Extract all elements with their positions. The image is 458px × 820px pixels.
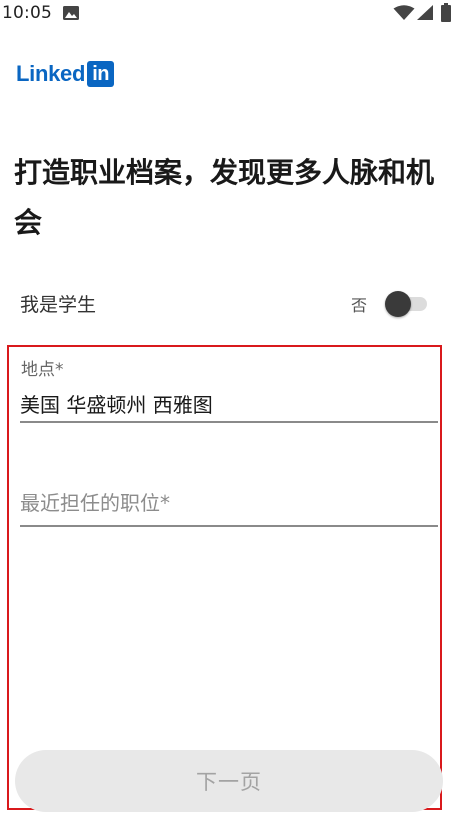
job-title-field[interactable]: 最近担任的职位* — [20, 487, 438, 527]
profile-form-region: 地点* 美国 华盛顿州 西雅图 最近担任的职位* 下一页 — [7, 345, 443, 812]
logo-wordmark: Linked — [16, 61, 86, 86]
toggle-thumb — [385, 291, 411, 317]
student-toggle-switch[interactable] — [385, 289, 429, 317]
location-value[interactable]: 美国 华盛顿州 西雅图 — [20, 389, 213, 418]
linkedin-logo: Linked in — [16, 60, 115, 88]
battery-icon — [441, 3, 451, 22]
signal-icon — [417, 5, 433, 20]
status-time: 10:05 — [2, 3, 52, 23]
screen: 10:05 Linked in 打造职业档案，发现更多人脉和机会 我是学生 否 — [0, 0, 458, 820]
location-label: 地点* — [21, 360, 64, 380]
student-label: 我是学生 — [20, 294, 97, 316]
location-underline — [20, 421, 438, 423]
location-field[interactable]: 地点* 美国 华盛顿州 西雅图 — [20, 355, 438, 423]
student-toggle-row[interactable]: 我是学生 否 — [20, 286, 430, 320]
next-page-button[interactable]: 下一页 — [15, 750, 443, 812]
wifi-icon — [393, 5, 415, 20]
toggle-state-text: 否 — [351, 296, 368, 315]
page-title: 打造职业档案，发现更多人脉和机会 — [14, 156, 435, 239]
status-bar: 10:05 — [0, 0, 458, 28]
photo-icon — [63, 6, 79, 20]
job-title-underline — [20, 525, 438, 527]
job-title-placeholder[interactable]: 最近担任的职位* — [20, 487, 170, 516]
logo-in-box: in — [87, 61, 115, 87]
